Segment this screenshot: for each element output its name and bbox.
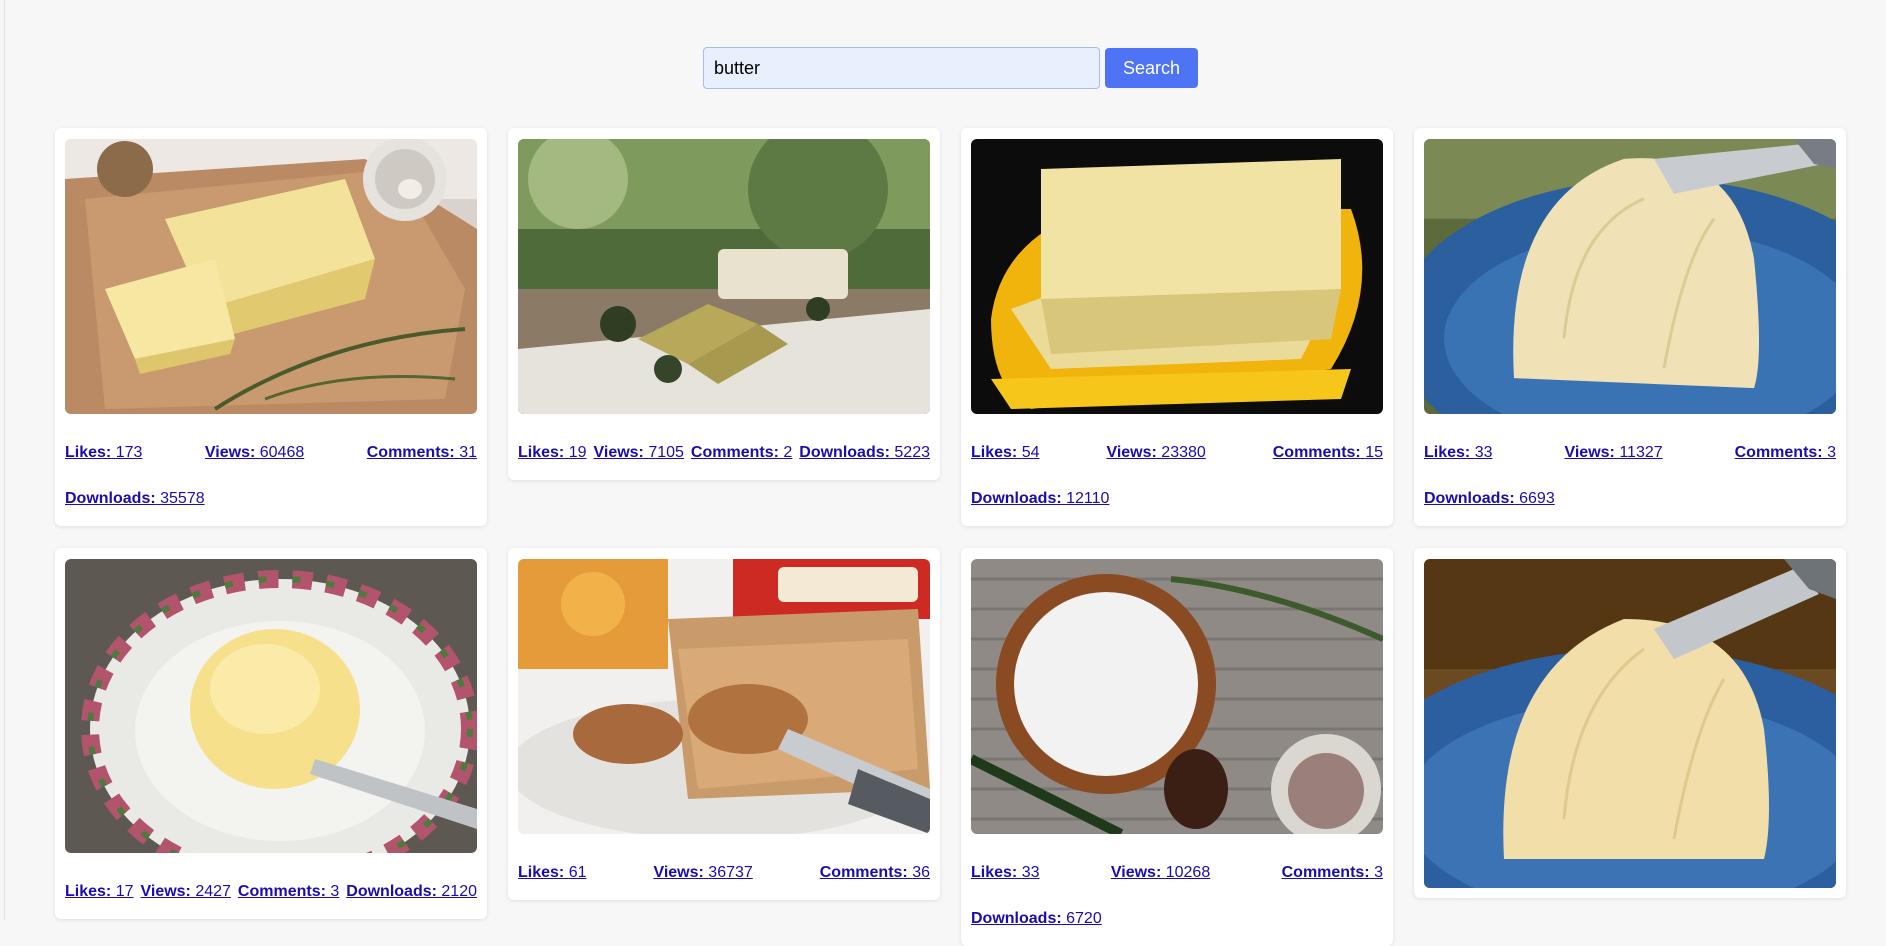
photo-cream-bowl-on-mat[interactable] (971, 559, 1383, 834)
card-stats: Likes: 17 Views: 2427 Comments: 3 Downlo… (65, 883, 477, 909)
downloads-link[interactable]: Downloads: 35578 (65, 490, 205, 508)
photo-butter-dome-blue-plate-knife[interactable] (1424, 139, 1836, 414)
search-button[interactable]: Search (1105, 48, 1198, 88)
likes-link[interactable]: Likes: 173 (65, 444, 142, 462)
views-link[interactable]: Views: 2427 (140, 883, 230, 901)
likes-link[interactable]: Likes: 54 (971, 444, 1040, 462)
card-stats: Likes: 61 Views: 36737 Comments: 36 (518, 864, 930, 890)
comments-link[interactable]: Comments: 2 (691, 444, 792, 462)
photo-butter-dome-blue-plate[interactable] (1424, 559, 1836, 888)
image-card: Likes: 33 Views: 11327 Comments: 3 Downl… (1414, 128, 1846, 526)
image-card: Likes: 54 Views: 23380 Comments: 15 Down… (961, 128, 1393, 526)
comments-link[interactable]: Comments: 3 (238, 883, 339, 901)
likes-link[interactable]: Likes: 33 (1424, 444, 1493, 462)
photo-herbal-butter-bars-outdoors[interactable] (518, 139, 930, 414)
downloads-link[interactable]: Downloads: 12110 (971, 490, 1109, 508)
views-link[interactable]: Views: 7105 (593, 444, 683, 462)
views-link[interactable]: Views: 11327 (1564, 444, 1662, 462)
comments-link[interactable]: Comments: 31 (367, 444, 477, 462)
card-stats: Likes: 19 Views: 7105 Comments: 2 Downlo… (518, 444, 930, 470)
views-link[interactable]: Views: 23380 (1106, 444, 1205, 462)
card-stats: Likes: 33 Views: 10268 Comments: 3 Downl… (971, 864, 1383, 936)
image-card: Likes: 17 Views: 2427 Comments: 3 Downlo… (55, 548, 487, 919)
image-grid: Likes: 173 Views: 60468 Comments: 31 Dow… (55, 128, 1846, 946)
views-link[interactable]: Views: 60468 (205, 444, 304, 462)
image-card (1414, 548, 1846, 898)
search-bar: Search (703, 47, 1198, 89)
photo-butter-on-yellow-dish[interactable] (971, 139, 1383, 414)
image-card: Likes: 61 Views: 36737 Comments: 36 (508, 548, 940, 900)
card-stats: Likes: 54 Views: 23380 Comments: 15 Down… (971, 444, 1383, 516)
photo-butter-on-floral-plate[interactable] (65, 559, 477, 853)
comments-link[interactable]: Comments: 3 (1282, 864, 1383, 882)
likes-link[interactable]: Likes: 33 (971, 864, 1040, 882)
downloads-link[interactable]: Downloads: 2120 (346, 883, 477, 901)
downloads-link[interactable]: Downloads: 5223 (799, 444, 930, 462)
image-card: Likes: 33 Views: 10268 Comments: 3 Downl… (961, 548, 1393, 946)
likes-link[interactable]: Likes: 61 (518, 864, 587, 882)
image-card: Likes: 173 Views: 60468 Comments: 31 Dow… (55, 128, 487, 526)
views-link[interactable]: Views: 36737 (653, 864, 752, 882)
search-input[interactable] (703, 47, 1100, 89)
comments-link[interactable]: Comments: 3 (1735, 444, 1836, 462)
card-stats: Likes: 33 Views: 11327 Comments: 3 Downl… (1424, 444, 1836, 516)
image-card: Likes: 19 Views: 7105 Comments: 2 Downlo… (508, 128, 940, 480)
likes-link[interactable]: Likes: 17 (65, 883, 134, 901)
photo-peanut-butter-toast[interactable] (518, 559, 930, 834)
downloads-link[interactable]: Downloads: 6720 (971, 910, 1102, 928)
downloads-link[interactable]: Downloads: 6693 (1424, 490, 1555, 508)
comments-link[interactable]: Comments: 36 (820, 864, 930, 882)
comments-link[interactable]: Comments: 15 (1273, 444, 1383, 462)
photo-butter-block-on-paper[interactable] (65, 139, 477, 414)
views-link[interactable]: Views: 10268 (1111, 864, 1210, 882)
likes-link[interactable]: Likes: 19 (518, 444, 587, 462)
card-stats: Likes: 173 Views: 60468 Comments: 31 Dow… (65, 444, 477, 516)
